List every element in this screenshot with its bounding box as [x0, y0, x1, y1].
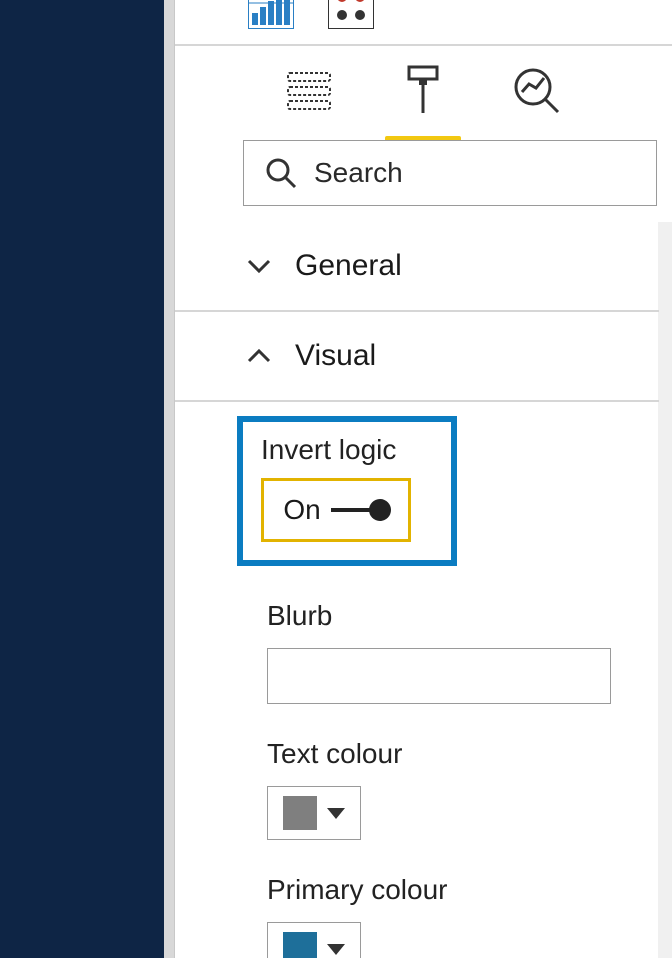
visualizations-panel: Search General Visual Invert logic On: [174, 0, 672, 958]
primary-colour-picker[interactable]: [267, 922, 361, 958]
format-sections: General Visual Invert logic On B: [175, 222, 659, 958]
chevron-up-icon: [245, 342, 273, 370]
chevron-down-icon: [245, 252, 273, 280]
text-colour-picker[interactable]: [267, 786, 361, 840]
format-tab[interactable]: [393, 61, 453, 121]
section-general-label: General: [295, 249, 402, 283]
report-canvas: [0, 0, 164, 958]
invert-logic-state: On: [283, 494, 320, 526]
viz-gallery-row: [245, 0, 377, 32]
blurb-label: Blurb: [267, 600, 659, 632]
kpi-viz-icon[interactable]: [325, 0, 377, 32]
section-visual[interactable]: Visual: [175, 312, 659, 402]
chevron-down-icon: [327, 808, 345, 819]
blurb-input[interactable]: [267, 648, 611, 704]
annotation-toggle-frame: On: [261, 478, 411, 542]
analytics-tab[interactable]: [507, 61, 567, 121]
field-blurb: Blurb: [267, 600, 659, 704]
text-colour-swatch: [283, 796, 317, 830]
annotation-invert-logic: Invert logic On: [237, 416, 457, 566]
primary-colour-swatch: [283, 932, 317, 958]
search-placeholder: Search: [314, 157, 403, 189]
invert-logic-toggle[interactable]: [331, 500, 389, 520]
field-primary-colour: Primary colour: [267, 874, 659, 958]
invert-logic-label: Invert logic: [261, 434, 451, 466]
chevron-down-icon: [327, 944, 345, 955]
search-icon: [264, 156, 298, 190]
text-colour-label: Text colour: [267, 738, 659, 770]
panel-splitter[interactable]: [164, 0, 174, 958]
matrix-viz-icon[interactable]: [245, 0, 297, 32]
app-stage: Search General Visual Invert logic On: [0, 0, 672, 958]
format-search[interactable]: Search: [243, 140, 657, 206]
section-general[interactable]: General: [175, 222, 659, 312]
panel-scrollbar[interactable]: [658, 222, 672, 958]
primary-colour-label: Primary colour: [267, 874, 659, 906]
field-text-colour: Text colour: [267, 738, 659, 840]
fields-tab[interactable]: [279, 61, 339, 121]
section-visual-label: Visual: [295, 339, 376, 373]
pane-tabs: [175, 46, 672, 136]
